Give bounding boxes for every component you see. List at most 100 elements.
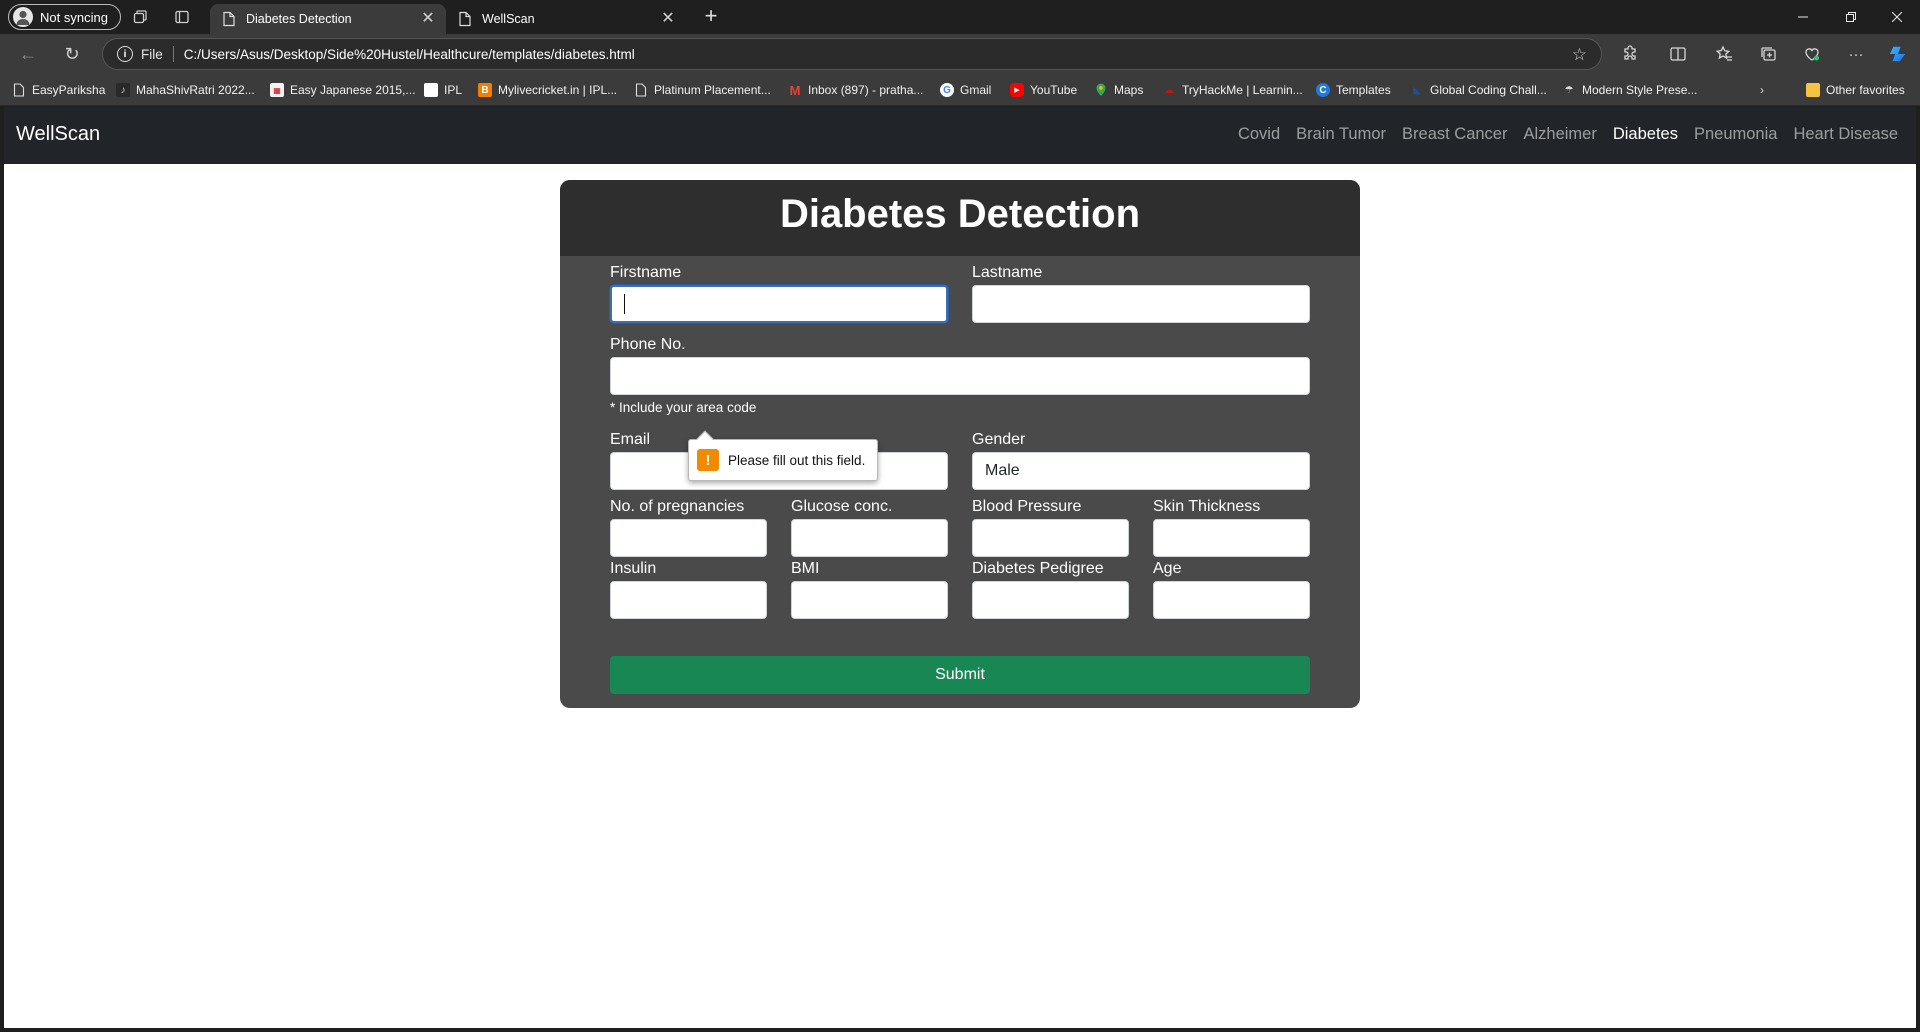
bookmark-label: Maps bbox=[1114, 83, 1144, 97]
address-bar[interactable]: i File C:/Users/Asus/Desktop/Side%20Hust… bbox=[102, 38, 1602, 70]
lastname-input[interactable] bbox=[972, 285, 1310, 323]
bookmark-label: EasyPariksha bbox=[32, 83, 106, 97]
google-icon: G bbox=[940, 83, 954, 97]
workspaces-icon[interactable] bbox=[132, 9, 148, 25]
extensions-icon[interactable] bbox=[1620, 44, 1640, 64]
presentation-icon: ☂ bbox=[1564, 84, 1574, 96]
bookmark-easy-japanese[interactable]: ▦ Easy Japanese 2015,... bbox=[270, 82, 415, 98]
info-icon[interactable]: i bbox=[117, 46, 133, 62]
more-options-icon[interactable]: ··· bbox=[1846, 44, 1866, 64]
phone-input[interactable] bbox=[610, 357, 1310, 395]
other-favorites[interactable]: Other favorites bbox=[1806, 82, 1905, 98]
age-input[interactable] bbox=[1153, 581, 1310, 619]
firstname-input[interactable] bbox=[610, 285, 948, 323]
brand-logo[interactable]: WellScan bbox=[16, 123, 100, 146]
gender-select[interactable]: Male bbox=[972, 452, 1310, 490]
folder-icon bbox=[1806, 83, 1820, 97]
address-url[interactable]: C:/Users/Asus/Desktop/Side%20Hustel/Heal… bbox=[184, 47, 635, 62]
pregnancies-label: No. of pregnancies bbox=[610, 498, 745, 515]
vertical-tabs-icon[interactable] bbox=[174, 9, 190, 25]
close-tab-icon[interactable]: ✕ bbox=[420, 11, 436, 27]
browser-essentials-icon[interactable] bbox=[1802, 44, 1822, 64]
bookmark-platinum-placement[interactable]: Platinum Placement... bbox=[634, 82, 771, 98]
bookmark-label: TryHackMe | Learnin... bbox=[1182, 83, 1303, 97]
bookmark-templates[interactable]: C Templates bbox=[1316, 82, 1391, 98]
favorite-star-icon[interactable]: ☆ bbox=[1572, 45, 1587, 65]
minimize-icon[interactable] bbox=[1780, 0, 1826, 34]
nav-link-covid[interactable]: Covid bbox=[1238, 125, 1280, 144]
split-screen-icon[interactable] bbox=[1668, 44, 1688, 64]
diabetes-pedigree-input[interactable] bbox=[972, 581, 1129, 619]
gender-label: Gender bbox=[972, 431, 1026, 448]
glucose-input[interactable] bbox=[791, 519, 948, 557]
pregnancies-input[interactable] bbox=[610, 519, 767, 557]
figure-icon: ♪ bbox=[116, 83, 130, 97]
close-window-icon[interactable] bbox=[1874, 0, 1920, 34]
lastname-label: Lastname bbox=[972, 264, 1043, 281]
coding-icon: ◣ bbox=[1413, 84, 1421, 96]
copilot-icon[interactable] bbox=[1888, 44, 1908, 64]
tab-diabetes-detection[interactable]: Diabetes Detection ✕ bbox=[210, 4, 446, 34]
address-separator bbox=[172, 46, 174, 62]
validation-message: Please fill out this field. bbox=[728, 452, 866, 468]
bookmark-ipl[interactable]: IPL bbox=[424, 82, 462, 98]
back-icon[interactable]: ← bbox=[16, 42, 40, 66]
restore-icon[interactable] bbox=[1828, 0, 1874, 34]
bookmark-gmail[interactable]: G Gmail bbox=[940, 82, 991, 98]
nav-link-pneumonia[interactable]: Pneumonia bbox=[1694, 125, 1777, 144]
age-label: Age bbox=[1153, 560, 1182, 577]
bookmark-label: Templates bbox=[1336, 83, 1391, 97]
warning-icon: ! bbox=[697, 449, 719, 471]
skin-thickness-input[interactable] bbox=[1153, 519, 1310, 557]
profile-avatar-icon bbox=[13, 7, 33, 27]
nav-links: Covid Brain Tumor Breast Cancer Alzheime… bbox=[1238, 125, 1898, 144]
bookmarks-overflow-icon[interactable]: › bbox=[1760, 82, 1764, 98]
profile-button[interactable]: Not syncing bbox=[8, 4, 121, 30]
bookmark-label: Modern Style Prese... bbox=[1582, 83, 1698, 97]
glucose-label: Glucose conc. bbox=[791, 498, 893, 515]
bookmark-mahashivratri[interactable]: ♪ MahaShivRatri 2022... bbox=[116, 82, 255, 98]
bookmark-label: Mylivecricket.in | IPL... bbox=[498, 83, 618, 97]
bookmark-modern-style[interactable]: ☂ Modern Style Prese... bbox=[1562, 82, 1698, 98]
bookmark-easypariksha[interactable]: EasyPariksha bbox=[12, 82, 105, 98]
bookmark-tryhackme[interactable]: ☁ TryHackMe | Learnin... bbox=[1162, 82, 1303, 98]
bookmark-global-coding[interactable]: ◣ Global Coding Chall... bbox=[1410, 82, 1547, 98]
bookmark-label: IPL bbox=[444, 83, 463, 97]
page-viewport: WellScan Covid Brain Tumor Breast Cancer… bbox=[4, 107, 1916, 1028]
favorites-icon[interactable] bbox=[1714, 44, 1734, 64]
browser-titlebar: Not syncing Diabetes Detection ✕ WellSca… bbox=[0, 0, 1920, 34]
bookmark-youtube[interactable]: ▶ YouTube bbox=[1010, 82, 1077, 98]
nav-link-breast-cancer[interactable]: Breast Cancer bbox=[1402, 125, 1507, 144]
bookmark-label: Easy Japanese 2015,... bbox=[290, 83, 416, 97]
bookmark-label: YouTube bbox=[1030, 83, 1078, 97]
diabetes-pedigree-label: Diabetes Pedigree bbox=[972, 560, 1104, 577]
page-title: Diabetes Detection bbox=[779, 192, 1141, 236]
blood-pressure-label: Blood Pressure bbox=[972, 498, 1082, 515]
page-icon bbox=[459, 11, 471, 27]
page-icon bbox=[634, 83, 648, 97]
submit-button[interactable]: Submit bbox=[610, 656, 1310, 694]
bookmark-label: Global Coding Chall... bbox=[1430, 83, 1547, 97]
nav-link-diabetes[interactable]: Diabetes bbox=[1613, 125, 1678, 144]
diabetes-form-card: Diabetes Detection Firstname Lastname Ph… bbox=[560, 180, 1360, 708]
tryhackme-icon: ☁ bbox=[1164, 84, 1174, 96]
blogger-icon: B bbox=[478, 83, 492, 97]
nav-link-brain-tumor[interactable]: Brain Tumor bbox=[1296, 125, 1386, 144]
tab-wellscan[interactable]: WellScan ✕ bbox=[446, 4, 686, 34]
address-scheme: File bbox=[141, 46, 163, 62]
nav-link-alzheimer[interactable]: Alzheimer bbox=[1523, 125, 1596, 144]
tab-title: Diabetes Detection bbox=[246, 12, 352, 26]
bookmark-inbox[interactable]: M Inbox (897) - pratha... bbox=[788, 82, 924, 98]
blood-pressure-input[interactable] bbox=[972, 519, 1129, 557]
refresh-icon[interactable]: ↻ bbox=[60, 42, 84, 66]
canva-icon: C bbox=[1316, 83, 1330, 97]
new-tab-button[interactable]: + bbox=[698, 5, 724, 29]
insulin-input[interactable] bbox=[610, 581, 767, 619]
close-tab-icon[interactable]: ✕ bbox=[660, 11, 676, 27]
bookmark-mylivecricket[interactable]: B Mylivecricket.in | IPL... bbox=[478, 82, 617, 98]
bmi-input[interactable] bbox=[791, 581, 948, 619]
collections-icon[interactable] bbox=[1758, 44, 1778, 64]
profile-label: Not syncing bbox=[40, 9, 108, 25]
bookmark-maps[interactable]: Maps bbox=[1094, 82, 1143, 98]
nav-link-heart-disease[interactable]: Heart Disease bbox=[1793, 125, 1898, 144]
